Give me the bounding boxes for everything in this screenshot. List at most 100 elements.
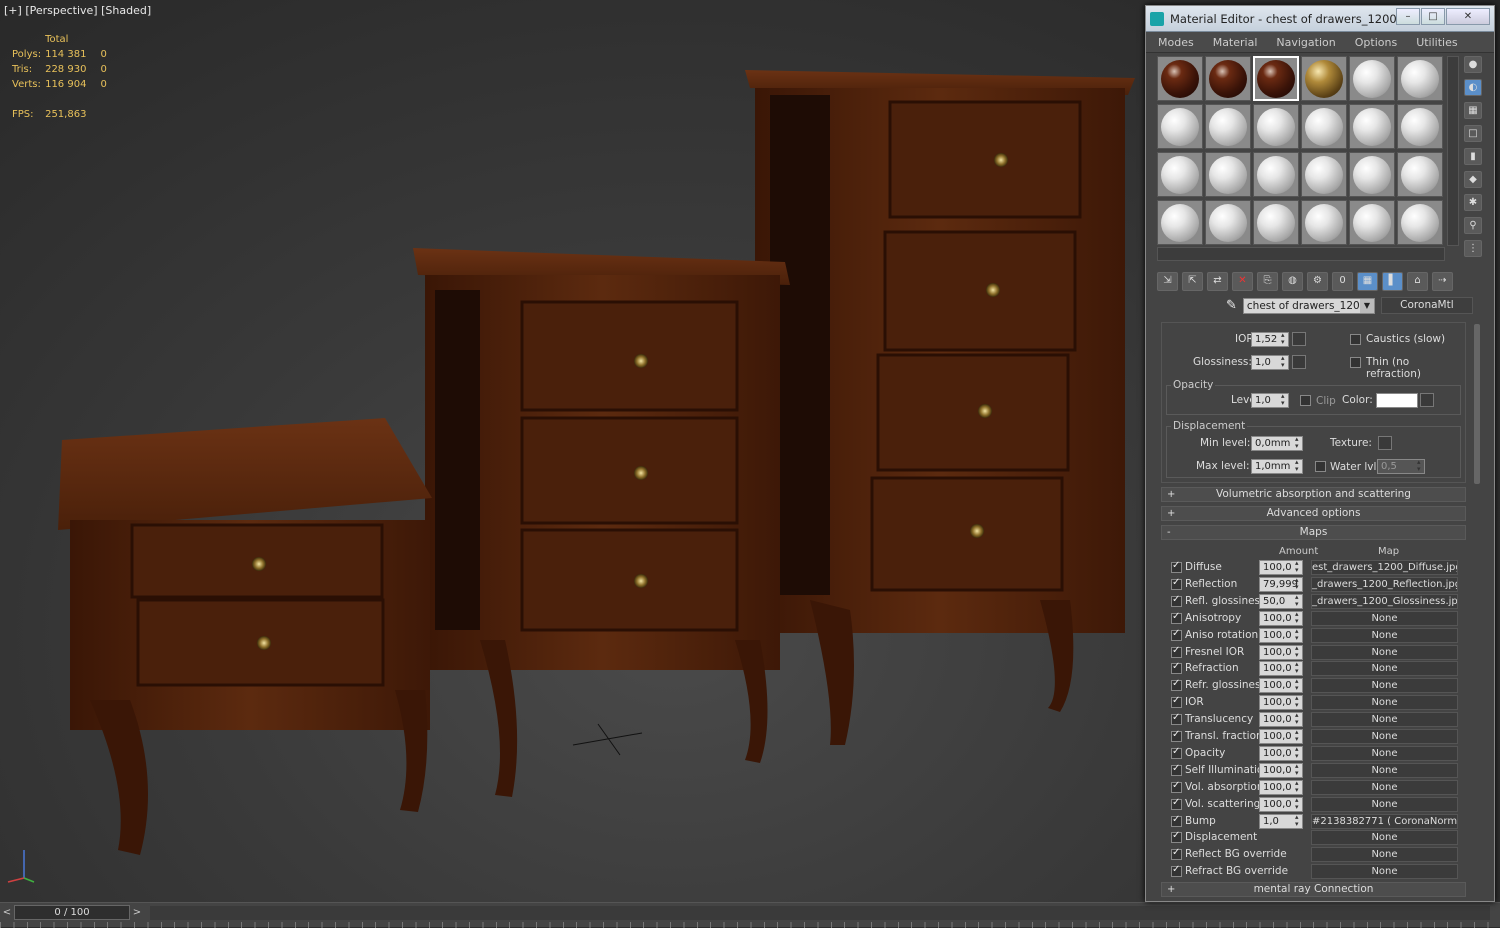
map-slot-button[interactable]: None bbox=[1311, 762, 1458, 778]
get-material-icon[interactable]: ⇲ bbox=[1157, 272, 1178, 291]
glossiness-spinner[interactable]: 1,0 bbox=[1251, 355, 1289, 370]
map-enable-checkbox[interactable] bbox=[1171, 746, 1182, 759]
map-amount-spinner[interactable]: 50,0 bbox=[1259, 593, 1303, 609]
map-slot-button[interactable]: None bbox=[1311, 796, 1458, 812]
map-slot-button[interactable]: None bbox=[1311, 830, 1458, 846]
map-slot-button[interactable]: est_drawers_1200_Diffuse.jpg) bbox=[1311, 560, 1458, 575]
map-enable-checkbox[interactable] bbox=[1171, 712, 1182, 726]
material-sample-slot[interactable] bbox=[1397, 152, 1443, 197]
ior-spinner[interactable]: 1,52 bbox=[1251, 332, 1289, 347]
map-enable-checkbox[interactable] bbox=[1171, 678, 1182, 692]
material-sample-slot[interactable] bbox=[1253, 200, 1299, 245]
map-amount-spinner[interactable]: 100,0 bbox=[1259, 661, 1303, 677]
map-enable-checkbox[interactable] bbox=[1171, 661, 1182, 675]
assign-to-selection-icon[interactable]: ⇄ bbox=[1207, 272, 1228, 291]
disp-max-spinner[interactable]: 1,0mm bbox=[1251, 459, 1303, 474]
map-enable-checkbox[interactable] bbox=[1171, 780, 1182, 793]
map-amount-spinner[interactable]: 100,0 bbox=[1259, 745, 1303, 761]
close-button[interactable]: ✕ bbox=[1446, 8, 1490, 25]
map-slot-button[interactable]: None bbox=[1311, 661, 1458, 677]
map-amount-spinner[interactable]: 79,999 bbox=[1259, 576, 1303, 592]
time-prev-button[interactable]: < bbox=[1, 906, 13, 920]
background-checker-icon[interactable]: ▦ bbox=[1464, 102, 1482, 119]
copy-material-icon[interactable]: ⎘ bbox=[1257, 272, 1278, 291]
eyedropper-icon[interactable]: ✎ bbox=[1226, 298, 1237, 313]
map-slot-button[interactable]: None bbox=[1311, 745, 1458, 761]
opacity-map-button[interactable] bbox=[1420, 393, 1434, 407]
map-amount-spinner[interactable]: 100,0 bbox=[1259, 712, 1303, 728]
material-editor-titlebar[interactable]: Material Editor - chest of drawers_1200 … bbox=[1146, 6, 1494, 32]
material-sample-slot[interactable] bbox=[1349, 200, 1395, 245]
material-sample-slot[interactable] bbox=[1205, 200, 1251, 245]
map-enable-checkbox[interactable] bbox=[1171, 577, 1182, 590]
material-sample-slot[interactable] bbox=[1157, 200, 1203, 245]
material-sample-slot[interactable] bbox=[1205, 104, 1251, 149]
opacity-clip-checkbox[interactable] bbox=[1300, 395, 1311, 406]
map-enable-checkbox[interactable] bbox=[1171, 729, 1182, 742]
time-slider[interactable]: 0 / 100 bbox=[14, 905, 130, 920]
map-amount-spinner[interactable]: 100,0 bbox=[1259, 796, 1303, 812]
maximize-button[interactable]: □ bbox=[1421, 8, 1445, 25]
put-to-scene-icon[interactable]: ⇱ bbox=[1182, 272, 1203, 291]
map-slot-button[interactable]: None bbox=[1311, 678, 1458, 694]
menu-material[interactable]: Material bbox=[1201, 36, 1265, 49]
select-by-material-icon[interactable]: ⚲ bbox=[1464, 217, 1482, 234]
material-sample-slot[interactable] bbox=[1301, 104, 1347, 149]
map-amount-spinner[interactable]: 100,0 bbox=[1259, 627, 1303, 643]
show-end-result-icon[interactable]: ▌ bbox=[1382, 272, 1403, 291]
material-sample-slot[interactable] bbox=[1301, 152, 1347, 197]
material-sample-slot[interactable] bbox=[1301, 56, 1347, 101]
material-sample-slot[interactable] bbox=[1397, 56, 1443, 101]
material-type-button[interactable]: CoronaMtl bbox=[1380, 297, 1473, 314]
map-amount-spinner[interactable]: 100,0 bbox=[1259, 560, 1303, 575]
map-enable-checkbox[interactable] bbox=[1171, 695, 1182, 709]
go-to-parent-icon[interactable]: ⌂ bbox=[1407, 272, 1428, 291]
map-slot-button[interactable]: None bbox=[1311, 712, 1458, 728]
map-slot-button[interactable]: None bbox=[1311, 847, 1458, 863]
options-icon[interactable]: ✱ bbox=[1464, 194, 1482, 211]
map-enable-checkbox[interactable] bbox=[1171, 594, 1182, 607]
opacity-color-swatch[interactable] bbox=[1376, 393, 1418, 408]
video-color-check-icon[interactable]: ▮ bbox=[1464, 148, 1482, 165]
material-sample-slot[interactable] bbox=[1253, 104, 1299, 149]
map-enable-checkbox[interactable] bbox=[1171, 628, 1182, 641]
material-sample-slot[interactable] bbox=[1301, 200, 1347, 245]
show-shaded-material-icon[interactable]: ▦ bbox=[1357, 272, 1378, 291]
menu-modes[interactable]: Modes bbox=[1146, 36, 1201, 49]
map-amount-spinner[interactable]: 100,0 bbox=[1259, 644, 1303, 660]
material-sample-slot[interactable] bbox=[1157, 104, 1203, 149]
make-preview-icon[interactable]: ◆ bbox=[1464, 171, 1482, 188]
map-enable-checkbox[interactable] bbox=[1171, 560, 1182, 573]
ior-map-button[interactable] bbox=[1292, 332, 1306, 346]
map-slot-button[interactable]: None bbox=[1311, 779, 1458, 795]
put-to-library-icon[interactable]: ⚙ bbox=[1307, 272, 1328, 291]
opacity-level-spinner[interactable]: 1,0 bbox=[1251, 393, 1289, 408]
thin-checkbox[interactable] bbox=[1350, 357, 1361, 368]
map-enable-checkbox[interactable] bbox=[1171, 830, 1182, 844]
map-enable-checkbox[interactable] bbox=[1171, 763, 1182, 776]
map-slot-button[interactable]: _drawers_1200_Reflection.jpg) bbox=[1311, 576, 1458, 592]
water-level-checkbox[interactable] bbox=[1315, 461, 1326, 472]
menu-options[interactable]: Options bbox=[1343, 36, 1404, 49]
rollout-advanced-options[interactable]: + Advanced options bbox=[1161, 506, 1466, 521]
chevron-down-icon[interactable]: ▼ bbox=[1359, 298, 1374, 313]
sample-uv-tiling-icon[interactable]: □ bbox=[1464, 125, 1482, 142]
map-enable-checkbox[interactable] bbox=[1171, 645, 1182, 658]
material-sample-slot[interactable] bbox=[1397, 104, 1443, 149]
map-slot-button[interactable]: _drawers_1200_Glossiness.jpg) bbox=[1311, 593, 1458, 609]
time-next-button[interactable]: > bbox=[131, 906, 143, 920]
material-sample-slot[interactable] bbox=[1157, 152, 1203, 197]
material-sample-slot[interactable] bbox=[1157, 56, 1203, 101]
disp-texture-button[interactable] bbox=[1378, 436, 1392, 450]
rollout-mental-ray[interactable]: + mental ray Connection bbox=[1161, 882, 1466, 897]
water-level-spinner[interactable]: 0,5 bbox=[1377, 459, 1425, 474]
rollout-volumetric[interactable]: + Volumetric absorption and scattering bbox=[1161, 487, 1466, 502]
map-amount-spinner[interactable]: 100,0 bbox=[1259, 779, 1303, 795]
backlight-icon[interactable]: ◐ bbox=[1464, 79, 1482, 96]
material-sample-slot[interactable] bbox=[1349, 56, 1395, 101]
timeline-track[interactable] bbox=[150, 906, 1490, 920]
material-sample-slot[interactable] bbox=[1397, 200, 1443, 245]
material-sample-slot[interactable] bbox=[1205, 56, 1251, 101]
map-enable-checkbox[interactable] bbox=[1171, 814, 1182, 827]
reset-material-icon[interactable]: ✕ bbox=[1232, 272, 1253, 291]
